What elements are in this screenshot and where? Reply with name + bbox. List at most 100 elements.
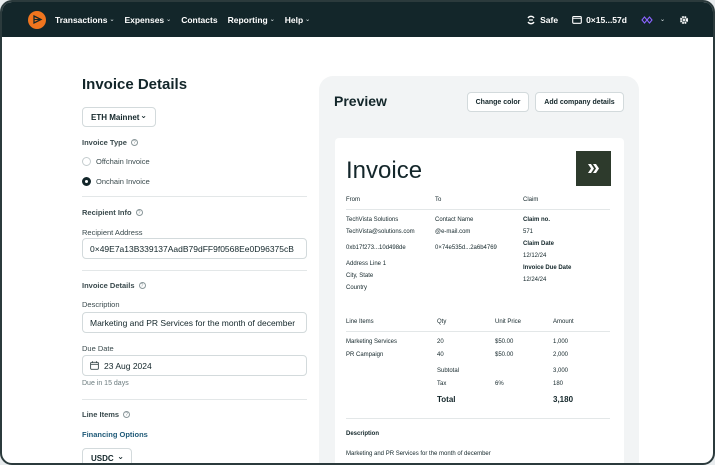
claim-no: 571 bbox=[523, 229, 534, 235]
description-input[interactable]: Marketing and PR Services for the month … bbox=[82, 312, 307, 333]
invoice-heading: Invoice bbox=[346, 157, 423, 184]
due-date-input[interactable]: 23 Aug 2024 bbox=[82, 355, 307, 376]
chevron-down-icon: ⌄ bbox=[305, 17, 311, 23]
safe-icon bbox=[527, 15, 535, 24]
gear-icon bbox=[679, 15, 689, 24]
recipient-info-label: Recipient Info? bbox=[82, 208, 143, 217]
help-icon[interactable]: ? bbox=[138, 282, 146, 289]
from-country: Country bbox=[346, 285, 368, 291]
nav-contacts[interactable]: Contacts bbox=[181, 15, 217, 25]
nav-reporting[interactable]: Reporting ⌄ bbox=[228, 15, 275, 25]
description-text: Marketing and PR Services for the month … bbox=[346, 451, 491, 457]
col-header-unit-price: Unit Price bbox=[495, 319, 522, 325]
divider bbox=[82, 270, 307, 271]
due-date-label: Due Date bbox=[82, 344, 114, 353]
preview-title: Preview bbox=[334, 93, 387, 109]
add-company-details-button[interactable]: Add company details bbox=[535, 92, 624, 112]
tax-label: Tax bbox=[437, 381, 447, 387]
invoice-due-label: Invoice Due Date bbox=[523, 265, 572, 271]
from-address: 0xb17f273...10d498de bbox=[346, 245, 406, 251]
chevron-down-icon: ⌄ bbox=[166, 17, 172, 23]
top-nav: Transactions ⌄ Expenses ⌄ Contacts Reporti… bbox=[2, 2, 713, 37]
due-hint: Due in 15 days bbox=[82, 380, 129, 387]
to-name: Contact Name bbox=[435, 217, 474, 223]
description-heading: Description bbox=[346, 431, 380, 437]
to-email: @e-mail.com bbox=[435, 229, 471, 235]
chain-icon bbox=[641, 15, 653, 24]
preview-panel: Preview Change color Add company details… bbox=[319, 76, 639, 463]
row-1-amount: 1,000 bbox=[553, 339, 569, 345]
recipient-address-label: Recipient Address bbox=[82, 228, 143, 237]
chevron-down-icon: ⌄ bbox=[117, 452, 124, 461]
logo-icon[interactable] bbox=[28, 10, 46, 29]
divider bbox=[346, 209, 610, 210]
nav-transactions[interactable]: Transactions ⌄ bbox=[55, 15, 114, 25]
total-value: 3,180 bbox=[553, 395, 574, 404]
total-label: Total bbox=[437, 395, 456, 404]
radio-circle[interactable] bbox=[82, 157, 91, 166]
radio-offchain[interactable]: Offchain Invoice bbox=[82, 157, 150, 166]
invoice-type-label: Invoice Type? bbox=[82, 138, 138, 147]
divider bbox=[82, 399, 307, 400]
claim-label: Claim bbox=[523, 197, 539, 203]
page-title: Invoice Details bbox=[82, 76, 188, 93]
radio-onchain[interactable]: Onchain Invoice bbox=[82, 177, 150, 186]
description-label: Description bbox=[82, 300, 120, 309]
subtotal-value: 3,000 bbox=[553, 368, 569, 374]
chevron-down-icon: ⌄ bbox=[140, 111, 147, 120]
row-2-amount: 2,000 bbox=[553, 352, 569, 358]
nav-help[interactable]: Help ⌄ bbox=[285, 15, 310, 25]
recipient-address-input[interactable]: 0×49E7a13B339137AadB79dFF9f0568Ee0D96375… bbox=[82, 238, 307, 259]
divider bbox=[346, 418, 610, 419]
help-icon[interactable]: ? bbox=[130, 139, 138, 146]
help-icon[interactable]: ? bbox=[135, 209, 143, 216]
claim-date-label: Claim Date bbox=[523, 241, 555, 247]
invoice-details-label: Invoice Details? bbox=[82, 281, 146, 290]
safe-button[interactable]: Safe bbox=[526, 15, 558, 25]
chevron-down-icon: ⌄ bbox=[659, 17, 665, 23]
company-logo-icon bbox=[576, 151, 611, 186]
radio-circle-selected[interactable] bbox=[82, 177, 91, 186]
row-2-item: PR Campaign bbox=[346, 352, 384, 358]
row-1-item: Marketing Services bbox=[346, 339, 398, 345]
tax-value: 180 bbox=[553, 381, 564, 387]
from-name: TechVista Solutions bbox=[346, 217, 399, 223]
subtotal-label: Subtotal bbox=[437, 368, 460, 374]
col-header-line-items: Line Items bbox=[346, 319, 374, 325]
row-2-price: $50.00 bbox=[495, 352, 514, 358]
help-icon[interactable]: ? bbox=[123, 411, 131, 418]
from-city: City, State bbox=[346, 273, 374, 279]
line-items-label: Line Items? bbox=[82, 410, 131, 419]
row-1-qty: 20 bbox=[437, 339, 444, 345]
calendar-icon bbox=[90, 361, 99, 370]
to-address: 0×74e535d...2a6b4769 bbox=[435, 245, 497, 251]
row-2-qty: 40 bbox=[437, 352, 444, 358]
from-line1: Address Line 1 bbox=[346, 261, 387, 267]
settings-button[interactable] bbox=[679, 15, 693, 25]
change-color-button[interactable]: Change color bbox=[467, 92, 529, 112]
from-label: From bbox=[346, 197, 360, 203]
app-window: Transactions ⌄ Expenses ⌄ Contacts Reporti… bbox=[0, 0, 715, 465]
currency-select[interactable]: USDC ⌄ bbox=[82, 448, 132, 463]
to-label: To bbox=[435, 197, 442, 203]
financing-options-link[interactable]: Financing Options bbox=[82, 430, 148, 439]
from-email: TechVista@solutions.com bbox=[346, 229, 415, 235]
invoice-document: Invoice From To Claim TechVista Solution… bbox=[335, 138, 624, 463]
nav-expenses[interactable]: Expenses ⌄ bbox=[124, 15, 171, 25]
chevron-down-icon: ⌄ bbox=[269, 17, 275, 23]
col-header-qty: Qty bbox=[437, 319, 447, 325]
col-header-amount: Amount bbox=[553, 319, 574, 325]
wallet-icon bbox=[572, 15, 582, 24]
row-1-price: $50.00 bbox=[495, 339, 514, 345]
claim-no-label: Claim no. bbox=[523, 217, 551, 223]
divider bbox=[346, 331, 610, 332]
chain-selector[interactable]: ⌄ bbox=[641, 15, 665, 24]
network-select[interactable]: ETH Mainnet ⌄ bbox=[82, 107, 156, 127]
divider bbox=[82, 196, 307, 197]
chevron-down-icon: ⌄ bbox=[109, 17, 115, 23]
tax-rate: 6% bbox=[495, 381, 504, 387]
wallet-button[interactable]: 0×15...57d bbox=[572, 15, 627, 25]
nav-right: Safe 0×15...57d ⌄ bbox=[512, 2, 693, 37]
claim-date: 12/12/24 bbox=[523, 253, 547, 259]
invoice-due-date: 12/24/24 bbox=[523, 277, 547, 283]
